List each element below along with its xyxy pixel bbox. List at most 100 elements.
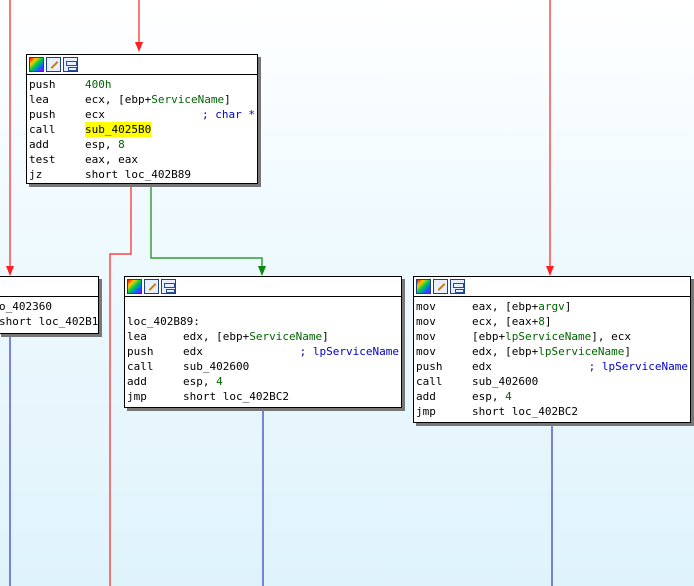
operand: ], ecx	[591, 330, 631, 343]
operand-name[interactable]: ServiceName	[249, 329, 322, 344]
asm-line[interactable]: push ecx ; char *	[29, 107, 257, 122]
operand-number: 4	[216, 375, 223, 388]
color-icon[interactable]	[416, 279, 431, 294]
operand: esp,	[472, 390, 506, 403]
pencil-icon[interactable]	[433, 279, 448, 294]
asm-line[interactable]: test eax, eax	[29, 152, 257, 167]
asm-line[interactable]: mov eax, [ebp+ argv]	[416, 299, 690, 314]
operand-number: 4	[505, 390, 512, 403]
mnemonic: jmp	[127, 390, 147, 403]
operand: ]	[322, 330, 329, 343]
operand: ecx, [ebp+	[85, 93, 152, 106]
mnemonic: push	[29, 108, 56, 121]
mnemonic: lea	[29, 93, 49, 106]
code-block-left[interactable]: o_402360 short loc_402B18	[0, 276, 99, 334]
asm-line[interactable]: mov [ebp+ lpServiceName], ecx	[416, 329, 690, 344]
asm-line[interactable]: add esp, 8	[29, 137, 257, 152]
operand-name[interactable]: argv	[538, 299, 565, 314]
operand: ecx	[85, 108, 105, 121]
operand-number: 8	[538, 315, 545, 328]
operand: [ebp+	[472, 330, 506, 343]
jump-target[interactable]: ort loc_402B18	[12, 314, 98, 329]
operand: edx	[472, 360, 492, 373]
graph-icon[interactable]	[63, 57, 78, 72]
operand: ]	[624, 345, 631, 358]
mnemonic: add	[29, 138, 49, 151]
jump-target[interactable]: short loc_402BC2	[472, 404, 578, 419]
operand-number: 8	[118, 138, 125, 151]
graph-icon[interactable]	[450, 279, 465, 294]
asm-line[interactable]: sh ort loc_402B18	[0, 314, 98, 329]
asm-line[interactable]: push 400h	[29, 77, 257, 92]
mnemonic: mov	[416, 300, 436, 313]
jump-target[interactable]: short loc_402BC2	[183, 389, 289, 404]
asm-line[interactable]: jmp short loc_402BC2	[127, 389, 401, 404]
comment: ; lpServiceName	[588, 360, 688, 373]
asm-line[interactable]: mov edx, [ebp+ lpServiceName]	[416, 344, 690, 359]
mnemonic: test	[29, 153, 56, 166]
mnemonic: add	[416, 390, 436, 403]
operand-name[interactable]: ServiceName	[151, 92, 224, 107]
asm-line[interactable]: add esp, 4	[127, 374, 401, 389]
code-block-loc_402B89[interactable]: loc_402B89: lea edx, [ebp+ ServiceName] pu…	[124, 276, 402, 408]
color-icon[interactable]	[29, 57, 44, 72]
color-icon[interactable]	[127, 279, 142, 294]
edge-arrowhead	[6, 266, 14, 276]
edge-true-branch	[150, 184, 263, 266]
asm-line	[127, 299, 401, 314]
operand: eax, [ebp+	[472, 300, 539, 313]
jump-target[interactable]: short loc_402B89	[85, 167, 191, 182]
operand: _402360	[5, 300, 52, 313]
block-label[interactable]: loc_402B89:	[127, 314, 200, 329]
graph-icon[interactable]	[161, 279, 176, 294]
comment: ; char *	[202, 108, 255, 121]
asm-line[interactable]: loc_402B89:	[127, 314, 401, 329]
asm-line[interactable]: call sub_402600	[416, 374, 690, 389]
asm-line[interactable]: mov ecx, [eax+ 8]	[416, 314, 690, 329]
call-target[interactable]: sub_402600	[183, 359, 249, 374]
operand: ]	[564, 300, 572, 313]
mnemonic: push	[127, 345, 154, 358]
edge-arrowhead	[546, 266, 554, 276]
mnemonic: call	[416, 375, 443, 388]
asm-line[interactable]: call sub_4025B0	[29, 122, 257, 137]
block-header	[0, 277, 98, 297]
pencil-icon[interactable]	[144, 279, 159, 294]
block-header	[414, 277, 690, 297]
mnemonic: mov	[416, 345, 436, 358]
block-header	[125, 277, 401, 297]
asm-line[interactable]: lea ecx, [ebp+ ServiceName]	[29, 92, 257, 107]
operand-name[interactable]: lpServiceName	[538, 344, 624, 359]
operand-name[interactable]: lpServiceName	[505, 329, 591, 344]
edge-arrowhead	[258, 266, 266, 276]
asm-line[interactable]: add esp, 4	[416, 389, 690, 404]
operand: ]	[544, 315, 552, 328]
operand: esp,	[85, 138, 119, 151]
call-target-highlighted[interactable]: sub_4025B0	[85, 122, 152, 137]
operand: sh	[0, 315, 13, 328]
asm-line[interactable]: jmp short loc_402BC2	[416, 404, 690, 419]
call-target[interactable]: sub_402600	[472, 374, 538, 389]
block-header	[27, 55, 257, 75]
asm-line[interactable]: lea edx, [ebp+ ServiceName]	[127, 329, 401, 344]
operand: esp,	[183, 375, 217, 388]
mnemonic: lea	[127, 330, 147, 343]
asm-line[interactable]: jz short loc_402B89	[29, 167, 257, 182]
pencil-icon[interactable]	[46, 57, 61, 72]
mnemonic: call	[127, 360, 154, 373]
operand: edx, [ebp+	[472, 345, 539, 358]
asm-line[interactable]: push edx ; lpServiceName	[416, 359, 690, 374]
asm-line[interactable]: call sub_402600	[127, 359, 401, 374]
mnemonic: jmp	[416, 405, 436, 418]
mnemonic: jz	[29, 168, 43, 181]
code-block-right[interactable]: mov eax, [ebp+ argv] mov ecx, [eax+ 8] mov [e…	[413, 276, 691, 423]
asm-line[interactable]: push edx ; lpServiceName	[127, 344, 401, 359]
mnemonic: push	[29, 78, 56, 91]
operand: edx	[183, 345, 203, 358]
asm-line[interactable]: o_402360	[0, 299, 98, 314]
code-block-top[interactable]: push 400h lea ecx, [ebp+ ServiceName] push e…	[26, 54, 258, 184]
operand: 400h	[85, 78, 112, 91]
operand: ecx, [eax+	[472, 315, 539, 328]
operand: ]	[224, 93, 231, 106]
mnemonic: mov	[416, 315, 436, 328]
